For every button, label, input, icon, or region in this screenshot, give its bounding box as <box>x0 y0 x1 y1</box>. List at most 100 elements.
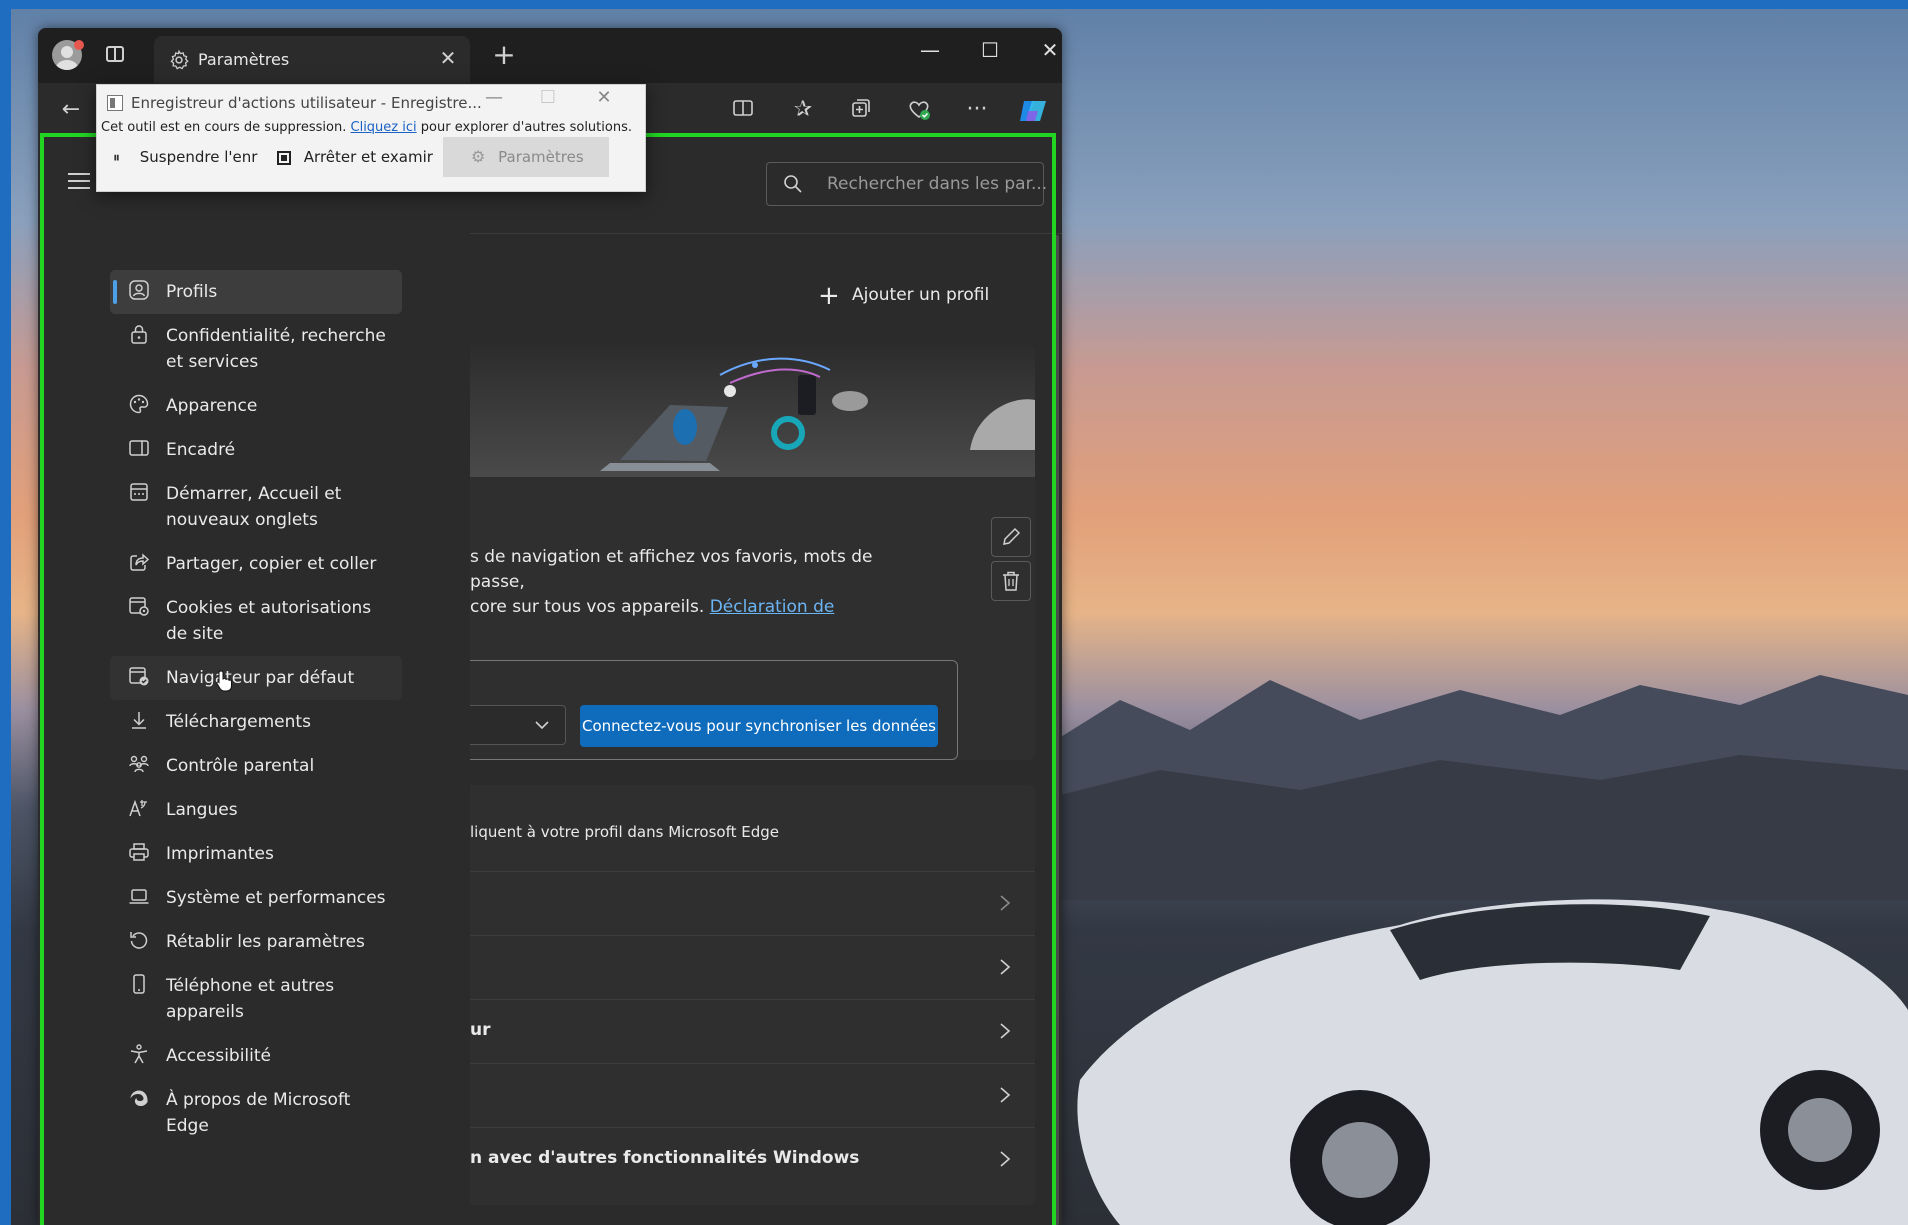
copilot-glyph <box>1020 101 1046 121</box>
sidebar-item-apparence[interactable]: Apparence <box>110 384 402 428</box>
sidebar-item-demarrer[interactable]: Démarrer, Accueil et nouveaux onglets <box>110 472 402 542</box>
default-browser-icon <box>129 667 149 686</box>
sidebar-item-accessibilite[interactable]: Accessibilité <box>110 1034 402 1078</box>
browser-essentials-icon[interactable] <box>906 97 932 123</box>
settings-row-2[interactable] <box>470 935 1035 1000</box>
settings-row-1[interactable] <box>470 871 1035 936</box>
recorder-maximize-icon: ☐ <box>539 87 557 108</box>
profile-settings-card: liquent à votre profil dans Microsoft Ed… <box>470 785 1035 1205</box>
split-screen-glyph <box>733 100 753 116</box>
sidebar-item-cookies[interactable]: Cookies et autorisations de site <box>110 586 402 656</box>
chevron-right-icon <box>1000 1023 1011 1039</box>
sidebar-item-label: Téléphone et autres appareils <box>166 976 335 1022</box>
settings-page: Profils Confidentialité, recherche et se… <box>38 135 1062 1225</box>
chevron-down-icon <box>535 721 549 730</box>
sidebar-item-label: Confidentialité, recherche et services <box>166 326 386 372</box>
hamburger-menu-icon[interactable] <box>68 173 90 189</box>
lock-icon <box>131 325 147 344</box>
minimize-icon[interactable]: — <box>910 38 950 62</box>
recorder-minimize-icon[interactable]: — <box>479 87 509 108</box>
settings-search-input[interactable]: Rechercher dans les par... <box>766 162 1047 206</box>
reset-icon <box>130 932 148 949</box>
accessibility-icon <box>130 1044 148 1064</box>
back-arrow-icon[interactable]: ← <box>58 97 84 123</box>
favorites-icon[interactable]: ✰ <box>790 97 816 123</box>
profile-banner-illustration <box>470 345 1035 477</box>
sidebar-item-retablir[interactable]: Rétablir les paramètres <box>110 920 402 964</box>
sidebar-item-label: Imprimantes <box>166 844 274 864</box>
sidebar-item-label: Langues <box>166 800 238 820</box>
sync-account-dropdown[interactable] <box>470 705 566 745</box>
collections-icon[interactable] <box>848 97 874 123</box>
main-scrollbar[interactable] <box>1055 235 1059 1225</box>
add-profile-button[interactable]: + Ajouter un profil <box>818 281 990 311</box>
recorder-title: Enregistreur d'actions utilisateur - Enr… <box>131 94 482 112</box>
tab-settings[interactable]: Paramètres ✕ <box>154 36 470 83</box>
more-options-icon[interactable]: ··· <box>964 97 990 123</box>
tab-actions-icon[interactable] <box>106 46 124 62</box>
desktop-frame-top <box>0 0 1908 9</box>
phone-icon <box>133 974 145 994</box>
sidebar-item-navigateur-defaut[interactable]: Navigateur par défaut <box>110 656 402 700</box>
tab-close-icon[interactable]: ✕ <box>436 46 460 70</box>
maximize-icon[interactable]: ☐ <box>970 38 1010 62</box>
edge-browser-window: Paramètres ✕ + — ☐ ✕ ← ☆ ✰ ··· <box>38 28 1062 1225</box>
sidebar-item-label: Cookies et autorisations de site <box>166 598 372 644</box>
chevron-right-icon <box>1000 959 1011 975</box>
profile-description: s de navigation et affichez vos favoris,… <box>470 545 910 620</box>
new-tab-button[interactable]: + <box>488 38 520 71</box>
edit-profile-button[interactable] <box>991 517 1031 557</box>
warning-suffix: pour explorer d'autres solutions. <box>420 120 632 135</box>
pause-recording-button[interactable]: ⏸ Suspendre l'enr <box>113 137 257 177</box>
home-tabs-icon <box>130 483 148 501</box>
sidebar-item-a-propos[interactable]: À propos de Microsoft Edge <box>110 1078 402 1148</box>
sidebar-item-langues[interactable]: Langues <box>110 788 402 832</box>
window-close-icon[interactable]: ✕ <box>1030 38 1062 62</box>
settings-row-4[interactable] <box>470 1063 1035 1128</box>
settings-row-3[interactable]: ur <box>470 999 1035 1064</box>
sidebar-item-encadre[interactable]: Encadré <box>110 428 402 472</box>
sidebar-item-imprimantes[interactable]: Imprimantes <box>110 832 402 876</box>
tab-title: Paramètres <box>198 50 290 69</box>
plus-icon: + <box>818 281 840 311</box>
stop-review-button[interactable]: Arrêter et examir <box>277 137 433 177</box>
sync-box: Connectez-vous pour synchroniser les don… <box>470 660 958 760</box>
collections-glyph <box>852 99 870 117</box>
recorder-close-icon[interactable]: ✕ <box>589 87 619 108</box>
palette-icon <box>129 394 149 414</box>
edge-icon <box>130 1090 148 1107</box>
chevron-right-icon <box>1000 1151 1011 1167</box>
gear-icon <box>170 49 189 70</box>
delete-profile-button[interactable] <box>991 561 1031 601</box>
sidebar-item-profils[interactable]: Profils <box>110 270 402 314</box>
search-icon <box>784 175 802 193</box>
sign-in-sync-button[interactable]: Connectez-vous pour synchroniser les don… <box>580 705 938 747</box>
add-profile-label: Ajouter un profil <box>852 285 990 305</box>
profile-icon <box>129 280 149 300</box>
sidebar-item-controle-parental[interactable]: Contrôle parental <box>110 744 402 788</box>
stop-label: Arrêter et examir <box>303 148 433 166</box>
privacy-statement-link[interactable]: Déclaration de <box>710 597 835 617</box>
sidebar-item-systeme[interactable]: Système et performances <box>110 876 402 920</box>
profile-settings-description: liquent à votre profil dans Microsoft Ed… <box>470 823 779 841</box>
devices-illustration <box>600 357 1035 471</box>
sidebar-item-confidentialite[interactable]: Confidentialité, recherche et services <box>110 314 402 384</box>
header-divider <box>470 233 1062 234</box>
sidebar-item-label: Contrôle parental <box>166 756 315 776</box>
sidebar-item-partager[interactable]: Partager, copier et coller <box>110 542 402 586</box>
pause-label: Suspendre l'enr <box>139 148 258 166</box>
language-icon <box>129 799 147 817</box>
copilot-icon[interactable] <box>1018 97 1046 123</box>
recorder-settings-label: Paramètres <box>498 148 584 166</box>
pencil-icon <box>1003 527 1021 545</box>
recorder-settings-button: ⚙ Paramètres <box>443 137 609 177</box>
row-label: ur <box>470 1020 491 1040</box>
sidebar-item-telephone[interactable]: Téléphone et autres appareils <box>110 964 402 1034</box>
settings-row-5[interactable]: n avec d'autres fonctionnalités Windows <box>470 1127 1035 1192</box>
warning-link[interactable]: Cliquez ici <box>351 120 417 135</box>
sidebar-item-telechargements[interactable]: Téléchargements <box>110 700 402 744</box>
sidebar-item-label: Navigateur par défaut <box>166 668 355 688</box>
sidebar-item-label: Partager, copier et coller <box>166 554 377 574</box>
split-screen-icon[interactable] <box>730 97 756 123</box>
recorder-gear-icon: ⚙ <box>471 147 486 166</box>
